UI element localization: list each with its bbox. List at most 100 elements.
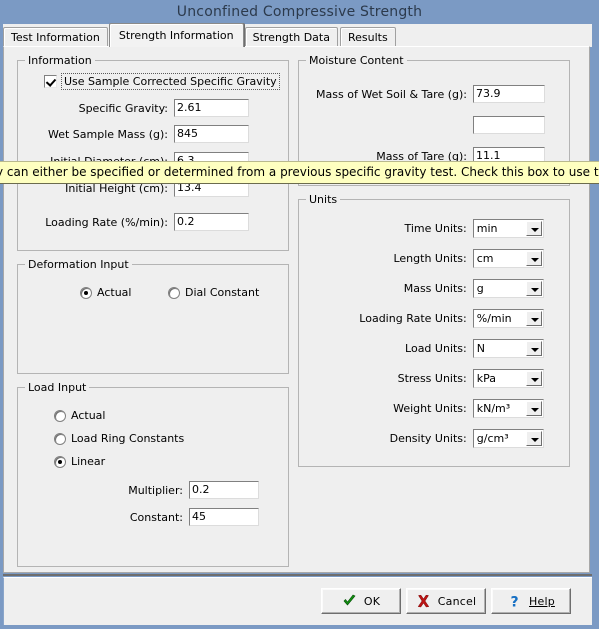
unit-label: Length Units: [393, 252, 467, 265]
help-button[interactable]: ? Help [491, 588, 571, 614]
tab-strength-information[interactable]: Strength Information [108, 23, 244, 47]
dialog-button-bar: OK Cancel ? Help [3, 577, 592, 625]
field-time-units: Time Units: min [299, 219, 544, 238]
mass-wet-soil-tare-input[interactable]: 73.9 [473, 85, 545, 103]
unit-combobox-value: cm [476, 252, 494, 265]
unit-label: Mass Units: [403, 282, 467, 295]
unit-combobox[interactable]: kPa [472, 369, 544, 388]
radio-circle[interactable] [54, 432, 66, 445]
unit-label: Density Units: [389, 432, 467, 445]
x-icon [416, 594, 431, 609]
radio-circle[interactable] [80, 286, 92, 299]
group-units: Units Time Units: min Length Units: cm Mass … [298, 193, 570, 467]
unit-combobox[interactable]: %/min [472, 309, 544, 328]
checkbox-label: Use Sample Corrected Specific Gravity [61, 73, 280, 90]
tab-strength-data[interactable]: Strength Data [244, 27, 338, 47]
radio-label: Actual [97, 286, 132, 299]
chevron-down-icon[interactable] [526, 251, 542, 266]
load-radio-linear[interactable]: Linear [54, 455, 105, 468]
question-icon: ? [507, 594, 522, 608]
unit-label: Weight Units: [393, 402, 467, 415]
field-mass-units: Mass Units: g [299, 279, 544, 298]
multiplier-input[interactable]: 0.2 [189, 481, 259, 499]
chevron-down-icon[interactable] [526, 371, 542, 386]
field-input[interactable]: 0.2 [174, 213, 249, 231]
tab-strip: Test Information Strength Information Stre… [3, 23, 592, 47]
constant-input[interactable]: 45 [189, 508, 259, 526]
cancel-button-label: Cancel [437, 594, 477, 608]
chevron-down-icon[interactable] [526, 341, 542, 356]
cancel-button[interactable]: Cancel [406, 588, 486, 614]
multiplier-label: Multiplier: [128, 483, 183, 497]
field-multiplier: Multiplier: 0.2 [18, 481, 268, 499]
use-sample-corrected-specific-gravity-checkbox[interactable]: Use Sample Corrected Specific Gravity [44, 73, 280, 90]
unit-combobox[interactable]: g [472, 279, 544, 298]
deformation-radio-dial-constant[interactable]: Dial Constant [168, 286, 259, 299]
radio-circle[interactable] [168, 286, 180, 299]
mass-dry-soil-tare-input[interactable] [473, 116, 545, 134]
tab-results[interactable]: Results [339, 27, 396, 47]
chevron-down-icon[interactable] [526, 431, 542, 446]
load-radio-load-ring-constants[interactable]: Load Ring Constants [54, 432, 184, 445]
group-moisture-content-title: Moisture Content [306, 54, 407, 67]
field-constant: Constant: 45 [18, 508, 268, 526]
unit-combobox-value: g/cm³ [476, 432, 509, 445]
radio-circle[interactable] [54, 409, 66, 422]
field-input[interactable]: 845 [174, 125, 249, 143]
unit-label: Load Units: [405, 342, 467, 355]
unit-label: Loading Rate Units: [359, 312, 467, 325]
unit-label: Stress Units: [397, 372, 467, 385]
tab-test-information[interactable]: Test Information [3, 27, 108, 47]
unit-combobox[interactable]: min [472, 219, 544, 238]
field-wet-sample-mass-g: Wet Sample Mass (g): 845 [18, 125, 258, 143]
field-load-units: Load Units: N [299, 339, 544, 358]
window-title: Unconfined Compressive Strength [176, 4, 423, 20]
svg-text:?: ? [510, 594, 518, 608]
field-label: Loading Rate (%/min): [45, 215, 168, 229]
unit-combobox[interactable]: kN/m³ [472, 399, 544, 418]
mass-wet-soil-tare-label: Mass of Wet Soil & Tare (g): [316, 87, 467, 101]
load-radio-actual[interactable]: Actual [54, 409, 105, 422]
field-weight-units: Weight Units: kN/m³ [299, 399, 544, 418]
group-load-input: Load Input Actual Load Ring Constants Li… [17, 381, 289, 567]
chevron-down-icon[interactable] [526, 281, 542, 296]
bottom-separator [3, 574, 592, 576]
deformation-radio-actual[interactable]: Actual [80, 286, 131, 299]
chevron-down-icon[interactable] [526, 401, 542, 416]
radio-label: Actual [71, 409, 106, 422]
ok-button[interactable]: OK [321, 588, 401, 614]
tooltip-specific-gravity: y can either be specified or determined … [0, 161, 599, 184]
field-label: Wet Sample Mass (g): [47, 127, 168, 141]
unit-combobox[interactable]: cm [472, 249, 544, 268]
constant-label: Constant: [129, 510, 183, 524]
specific-gravity-input[interactable]: 2.61 [174, 99, 249, 117]
group-information-title: Information [25, 54, 95, 67]
unit-combobox-value: min [476, 222, 498, 235]
field-loading-rate-units: Loading Rate Units: %/min [299, 309, 544, 328]
unit-combobox-value: g [476, 282, 484, 295]
group-deformation-input-title: Deformation Input [25, 258, 132, 271]
field-density-units: Density Units: g/cm³ [299, 429, 544, 448]
help-accel: Help [529, 594, 555, 608]
field-mass-of-dry-soil-and-tare [299, 116, 549, 134]
help-button-label: Help [529, 595, 555, 608]
field-mass-of-wet-soil-and-tare: Mass of Wet Soil & Tare (g): 73.9 [299, 85, 549, 103]
radio-label: Linear [71, 455, 106, 468]
chevron-down-icon[interactable] [526, 311, 542, 326]
field-stress-units: Stress Units: kPa [299, 369, 544, 388]
field-specific-gravity: Specific Gravity: 2.61 [18, 99, 258, 117]
group-load-input-title: Load Input [25, 381, 90, 394]
tab-list: Test Information Strength Information Stre… [3, 23, 398, 47]
unit-combobox-value: kPa [476, 372, 496, 385]
unit-combobox-value: kN/m³ [476, 402, 511, 415]
radio-circle[interactable] [54, 455, 66, 468]
checkbox-box[interactable] [44, 75, 57, 88]
dialog-window: Unconfined Compressive Strength Test Inf… [0, 0, 599, 629]
chevron-down-icon[interactable] [526, 221, 542, 236]
group-deformation-input: Deformation Input Actual Dial Constant [17, 258, 289, 374]
check-icon [342, 594, 357, 609]
unit-combobox[interactable]: g/cm³ [472, 429, 544, 448]
radio-label: Load Ring Constants [71, 432, 185, 445]
group-units-title: Units [306, 193, 341, 206]
unit-combobox[interactable]: N [472, 339, 544, 358]
